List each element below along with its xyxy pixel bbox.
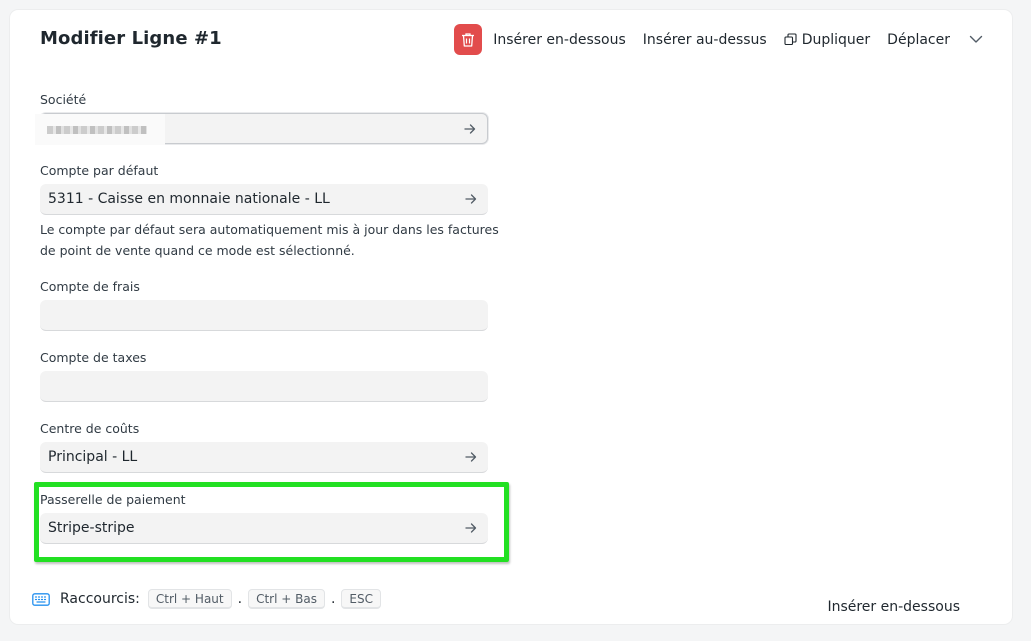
- cost-center-link-button[interactable]: [460, 446, 482, 468]
- company-field: Société: [35, 92, 488, 145]
- footer-insert-below-button[interactable]: Insérer en-dessous: [827, 599, 960, 615]
- default-account-label: Compte par défaut: [40, 163, 159, 178]
- arrow-right-icon: [464, 123, 476, 134]
- delete-row-button[interactable]: [454, 24, 483, 55]
- company-label: Société: [40, 92, 87, 107]
- cost-center-field: Centre de coûts Principal - LL: [40, 421, 488, 473]
- shortcuts-bar: Raccourcis: Ctrl + Haut . Ctrl + Bas . E…: [32, 589, 381, 609]
- keyboard-icon: [32, 592, 50, 606]
- cost-center-input[interactable]: Principal - LL: [40, 442, 488, 473]
- insert-below-button[interactable]: Insérer en-dessous: [493, 32, 626, 48]
- redacted-value: [35, 114, 165, 145]
- default-account-value: 5311 - Caisse en monnaie nationale - LL: [48, 191, 330, 207]
- move-button[interactable]: Déplacer: [887, 32, 950, 48]
- expense-account-input[interactable]: [40, 300, 488, 331]
- insert-above-button[interactable]: Insérer au-dessus: [643, 32, 767, 48]
- duplicate-icon: [784, 33, 797, 46]
- default-account-input[interactable]: 5311 - Caisse en monnaie nationale - LL: [40, 184, 488, 215]
- row-editor-panel: Modifier Ligne #1 Insérer en-dessous Ins…: [10, 10, 1012, 624]
- duplicate-label: Dupliquer: [801, 31, 871, 48]
- expense-account-label: Compte de frais: [40, 279, 140, 294]
- default-account-field: Compte par défaut 5311 - Caisse en monna…: [40, 163, 499, 261]
- cost-center-label: Centre de coûts: [40, 421, 140, 436]
- shortcut-ctrl-down: Ctrl + Bas: [248, 589, 325, 609]
- trash-icon: [462, 32, 475, 47]
- collapse-toggle[interactable]: [968, 32, 984, 48]
- row-toolbar: Insérer en-dessous Insérer au-dessus Dup…: [454, 24, 984, 55]
- pixelated-text: [47, 125, 147, 134]
- tax-account-field: Compte de taxes: [40, 350, 488, 402]
- duplicate-button[interactable]: Dupliquer: [784, 32, 870, 48]
- company-input[interactable]: [35, 113, 488, 145]
- shortcut-esc: ESC: [341, 589, 381, 609]
- chevron-down-icon: [969, 35, 983, 43]
- panel-title: Modifier Ligne #1: [40, 28, 222, 49]
- shortcuts-label: Raccourcis:: [60, 591, 140, 607]
- arrow-right-icon: [465, 194, 477, 204]
- default-account-link-button[interactable]: [460, 188, 482, 210]
- cost-center-value: Principal - LL: [48, 449, 138, 465]
- tax-account-input[interactable]: [40, 371, 488, 402]
- shortcut-separator: .: [237, 591, 243, 607]
- company-link-button[interactable]: [459, 118, 481, 140]
- shortcut-ctrl-up: Ctrl + Haut: [147, 589, 232, 609]
- default-account-help: Le compte par défaut sera automatiquemen…: [40, 222, 499, 258]
- expense-account-field: Compte de frais: [40, 279, 488, 331]
- tax-account-label: Compte de taxes: [40, 350, 147, 365]
- shortcut-separator: .: [330, 591, 336, 607]
- arrow-right-icon: [465, 452, 477, 462]
- page-background: [0, 0, 1031, 10]
- highlight-box: [34, 482, 509, 562]
